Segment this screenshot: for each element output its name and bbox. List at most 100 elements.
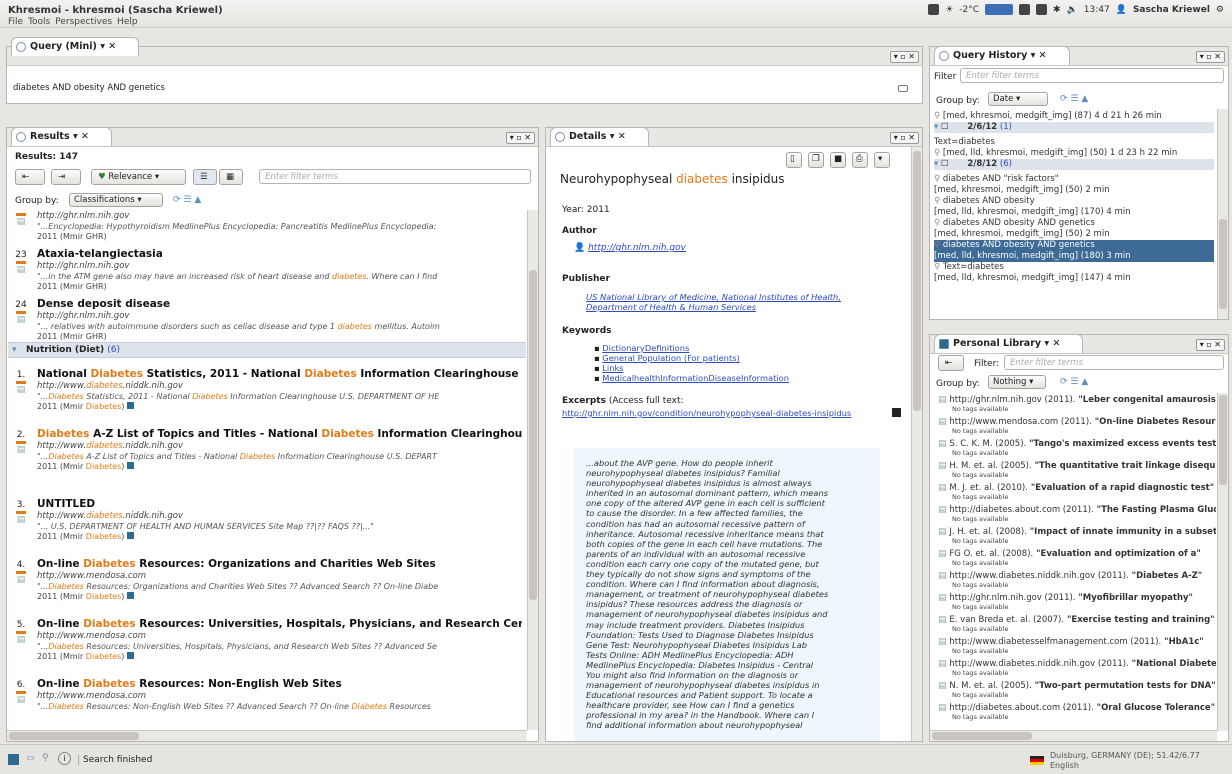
- result-item[interactable]: On-line Diabetes Resources: Non-English …: [37, 678, 522, 711]
- keyword-item[interactable]: ▪ DictionaryDefinitions: [594, 343, 789, 353]
- result-title[interactable]: On-line Diabetes Resources: Non-English …: [37, 678, 522, 690]
- author-link[interactable]: http://ghr.nlm.nih.gov: [588, 243, 686, 253]
- keyword-item[interactable]: ▪ General Population (For patients): [594, 353, 789, 363]
- result-title[interactable]: On-line Diabetes Resources: Organization…: [37, 558, 522, 570]
- expand-icon[interactable]: ▾: [874, 152, 890, 168]
- history-filter-input[interactable]: Enter filter terms: [960, 68, 1224, 83]
- collapse-icon[interactable]: ▾: [934, 159, 938, 169]
- menu-help[interactable]: Help: [117, 17, 138, 27]
- history-entry[interactable]: ⚲ diabetes AND obesity: [934, 196, 1214, 207]
- library-item[interactable]: ▤ http://diabetes.about.com (2011). "The…: [938, 505, 1216, 523]
- history-entry[interactable]: ⚲ Text=diabetes: [934, 262, 1214, 273]
- history-entry[interactable]: Text=diabetes: [934, 137, 1214, 148]
- result-title[interactable]: Ataxia-telangiectasia: [37, 248, 522, 260]
- group-tools-icon[interactable]: ⟳ ☰ ▲: [173, 195, 201, 205]
- document-icon[interactable]: ▭: [26, 753, 35, 763]
- result-title[interactable]: On-line Diabetes Resources: Universities…: [37, 618, 522, 630]
- group-header-nutrition[interactable]: ▾ Nutrition (Diet) (6): [8, 342, 526, 358]
- result-title[interactable]: Dense deposit disease: [37, 298, 522, 310]
- query-input[interactable]: diabetes AND obesity AND genetics: [13, 83, 165, 93]
- library-item[interactable]: ▤ http://ghr.nlm.nih.gov (2011). "Myofib…: [938, 593, 1216, 611]
- keyword-link[interactable]: General Population (For patients): [602, 353, 740, 363]
- bluetooth-icon[interactable]: ✱: [1053, 5, 1061, 15]
- result-item[interactable]: Ataxia-telangiectasia http://ghr.nlm.nih.…: [37, 248, 522, 291]
- library-tools-icon[interactable]: ⟳ ☰ ▲: [1060, 377, 1088, 387]
- scroll-thumb[interactable]: [932, 732, 1032, 740]
- tab-results[interactable]: Results ▾ ✕: [11, 128, 112, 146]
- result-title[interactable]: UNTITLED: [37, 498, 522, 510]
- tab-query-mini[interactable]: Query (Mini) ▾ ✕: [11, 37, 140, 56]
- results-vscrollbar[interactable]: [527, 210, 538, 730]
- battery-icon[interactable]: [1036, 4, 1048, 15]
- history-entry[interactable]: ⚲ [med, khresmoi, medgift_img] (87) 4 d …: [934, 111, 1214, 122]
- history-group[interactable]: ▾ ☐ 2/6/12 (1): [934, 122, 1214, 133]
- result-title[interactable]: National Diabetes Statistics, 2011 - Nat…: [37, 368, 522, 380]
- history-group[interactable]: ▾ ☐ 2/8/12 (6): [934, 159, 1214, 170]
- list-view-button[interactable]: ☰: [193, 169, 217, 185]
- mail-icon[interactable]: [928, 4, 940, 15]
- history-entry[interactable]: ⚲ [med, lld, khresmoi, medgift_img] (50)…: [934, 148, 1214, 159]
- keyword-link[interactable]: DictionaryDefinitions: [602, 343, 689, 353]
- history-entry[interactable]: [med, lld, khresmoi, medgift_img] (180) …: [934, 251, 1214, 262]
- details-vscrollbar[interactable]: [911, 147, 922, 741]
- library-item[interactable]: ▤ http://diabetes.about.com (2011). "Ora…: [938, 703, 1216, 721]
- history-entry[interactable]: [med, khresmoi, medgift_img] (50) 2 min: [934, 229, 1214, 240]
- library-item[interactable]: ▤ http://ghr.nlm.nih.gov (2011). "Leber …: [938, 395, 1216, 413]
- pane-controls[interactable]: ▾ ▫ ✕: [505, 132, 535, 144]
- history-entry[interactable]: [med, khresmoi, medgift_img] (50) 2 min: [934, 185, 1214, 196]
- scroll-thumb[interactable]: [1219, 219, 1227, 309]
- collapse-icon[interactable]: ▾: [934, 122, 938, 132]
- results-filter-input[interactable]: Enter filter terms: [259, 169, 531, 184]
- results-hscrollbar[interactable]: [7, 730, 527, 741]
- library-item[interactable]: ▤ S. C. K. M. (2005). "Tango's maximized…: [938, 439, 1216, 457]
- gear-icon[interactable]: ⚙: [1216, 5, 1224, 15]
- keyword-link[interactable]: Links: [602, 363, 623, 373]
- menu-perspectives[interactable]: Perspectives: [55, 17, 112, 27]
- scroll-thumb[interactable]: [9, 732, 139, 740]
- search-icon[interactable]: ⚲: [42, 753, 49, 763]
- library-filter-input[interactable]: Enter filter terms: [1004, 355, 1224, 370]
- menu-tools[interactable]: Tools: [28, 17, 50, 27]
- library-item[interactable]: ▤ http://www.diabetes.niddk.nih.gov (201…: [938, 659, 1216, 677]
- info-icon[interactable]: i: [58, 752, 71, 765]
- history-entry[interactable]: [med, lld, khresmoi, medgift_img] (147) …: [934, 273, 1214, 284]
- scroll-thumb[interactable]: [913, 151, 921, 411]
- menu-file[interactable]: File: [8, 17, 23, 27]
- publisher-link[interactable]: US National Library of Medicine, Nationa…: [586, 292, 886, 312]
- history-entry[interactable]: ⚲ diabetes AND obesity AND genetics: [934, 218, 1214, 229]
- print-icon[interactable]: ⎙: [852, 152, 868, 168]
- history-entry[interactable]: ⚲ diabetes AND obesity AND genetics: [934, 240, 1214, 251]
- library-item[interactable]: ▤ M. J. et. al. (2010). "Evaluation of a…: [938, 483, 1216, 501]
- library-item[interactable]: ▤ E. van Breda et. al. (2007). "Exercise…: [938, 615, 1216, 633]
- result-item[interactable]: On-line Diabetes Resources: Universities…: [37, 618, 522, 661]
- result-item[interactable]: On-line Diabetes Resources: Organization…: [37, 558, 522, 601]
- copy-icon[interactable]: ❐: [808, 152, 824, 168]
- history-vscrollbar[interactable]: [1217, 109, 1228, 319]
- pane-controls[interactable]: ▾ ▫ ✕: [1195, 51, 1225, 63]
- tab-personal-library[interactable]: Personal Library ▾ ✕: [934, 335, 1084, 353]
- library-group-select[interactable]: Nothing ▾: [988, 375, 1046, 389]
- result-item[interactable]: UNTITLED http://www.diabetes.niddk.nih.go…: [37, 498, 522, 541]
- scroll-thumb[interactable]: [1219, 395, 1227, 485]
- clear-query-icon[interactable]: [898, 85, 908, 92]
- history-entry[interactable]: [med, lld, khresmoi, medgift_img] (170) …: [934, 207, 1214, 218]
- tab-query-history[interactable]: Query History ▾ ✕: [934, 47, 1070, 65]
- bookmark-icon[interactable]: ▯: [786, 152, 802, 168]
- keyword-item[interactable]: ▪ Links: [594, 363, 789, 373]
- library-item[interactable]: ▤ FG O. et. al. (2008). "Evaluation and …: [938, 549, 1216, 567]
- group-by-select[interactable]: Classifications ▾: [69, 193, 163, 207]
- external-link-icon[interactable]: [892, 408, 901, 417]
- keyword-item[interactable]: ▪ MedicalhealthInformationDiseaseInforma…: [594, 373, 789, 383]
- tab-details[interactable]: Details ▾ ✕: [550, 128, 649, 146]
- library-icon[interactable]: [8, 754, 19, 765]
- history-entry[interactable]: ⚲ diabetes AND "risk factors": [934, 174, 1214, 185]
- sort-select[interactable]: ♥ Relevance ▾: [91, 169, 186, 185]
- workspace-icon[interactable]: [985, 4, 1014, 15]
- result-item[interactable]: http://ghr.nlm.nih.gov "...Encyclopedia: …: [37, 210, 522, 241]
- library-vscrollbar[interactable]: [1217, 393, 1228, 731]
- history-tools-icon[interactable]: ⟳ ☰ ▲: [1060, 94, 1088, 104]
- library-item[interactable]: ▤ http://www.diabetes.niddk.nih.gov (201…: [938, 571, 1216, 589]
- library-hscrollbar[interactable]: [930, 730, 1217, 741]
- fulltext-link[interactable]: http://ghr.nlm.nih.gov/condition/neurohy…: [562, 408, 851, 418]
- library-item[interactable]: ▤ J. H. et. al. (2008). "Impact of innat…: [938, 527, 1216, 545]
